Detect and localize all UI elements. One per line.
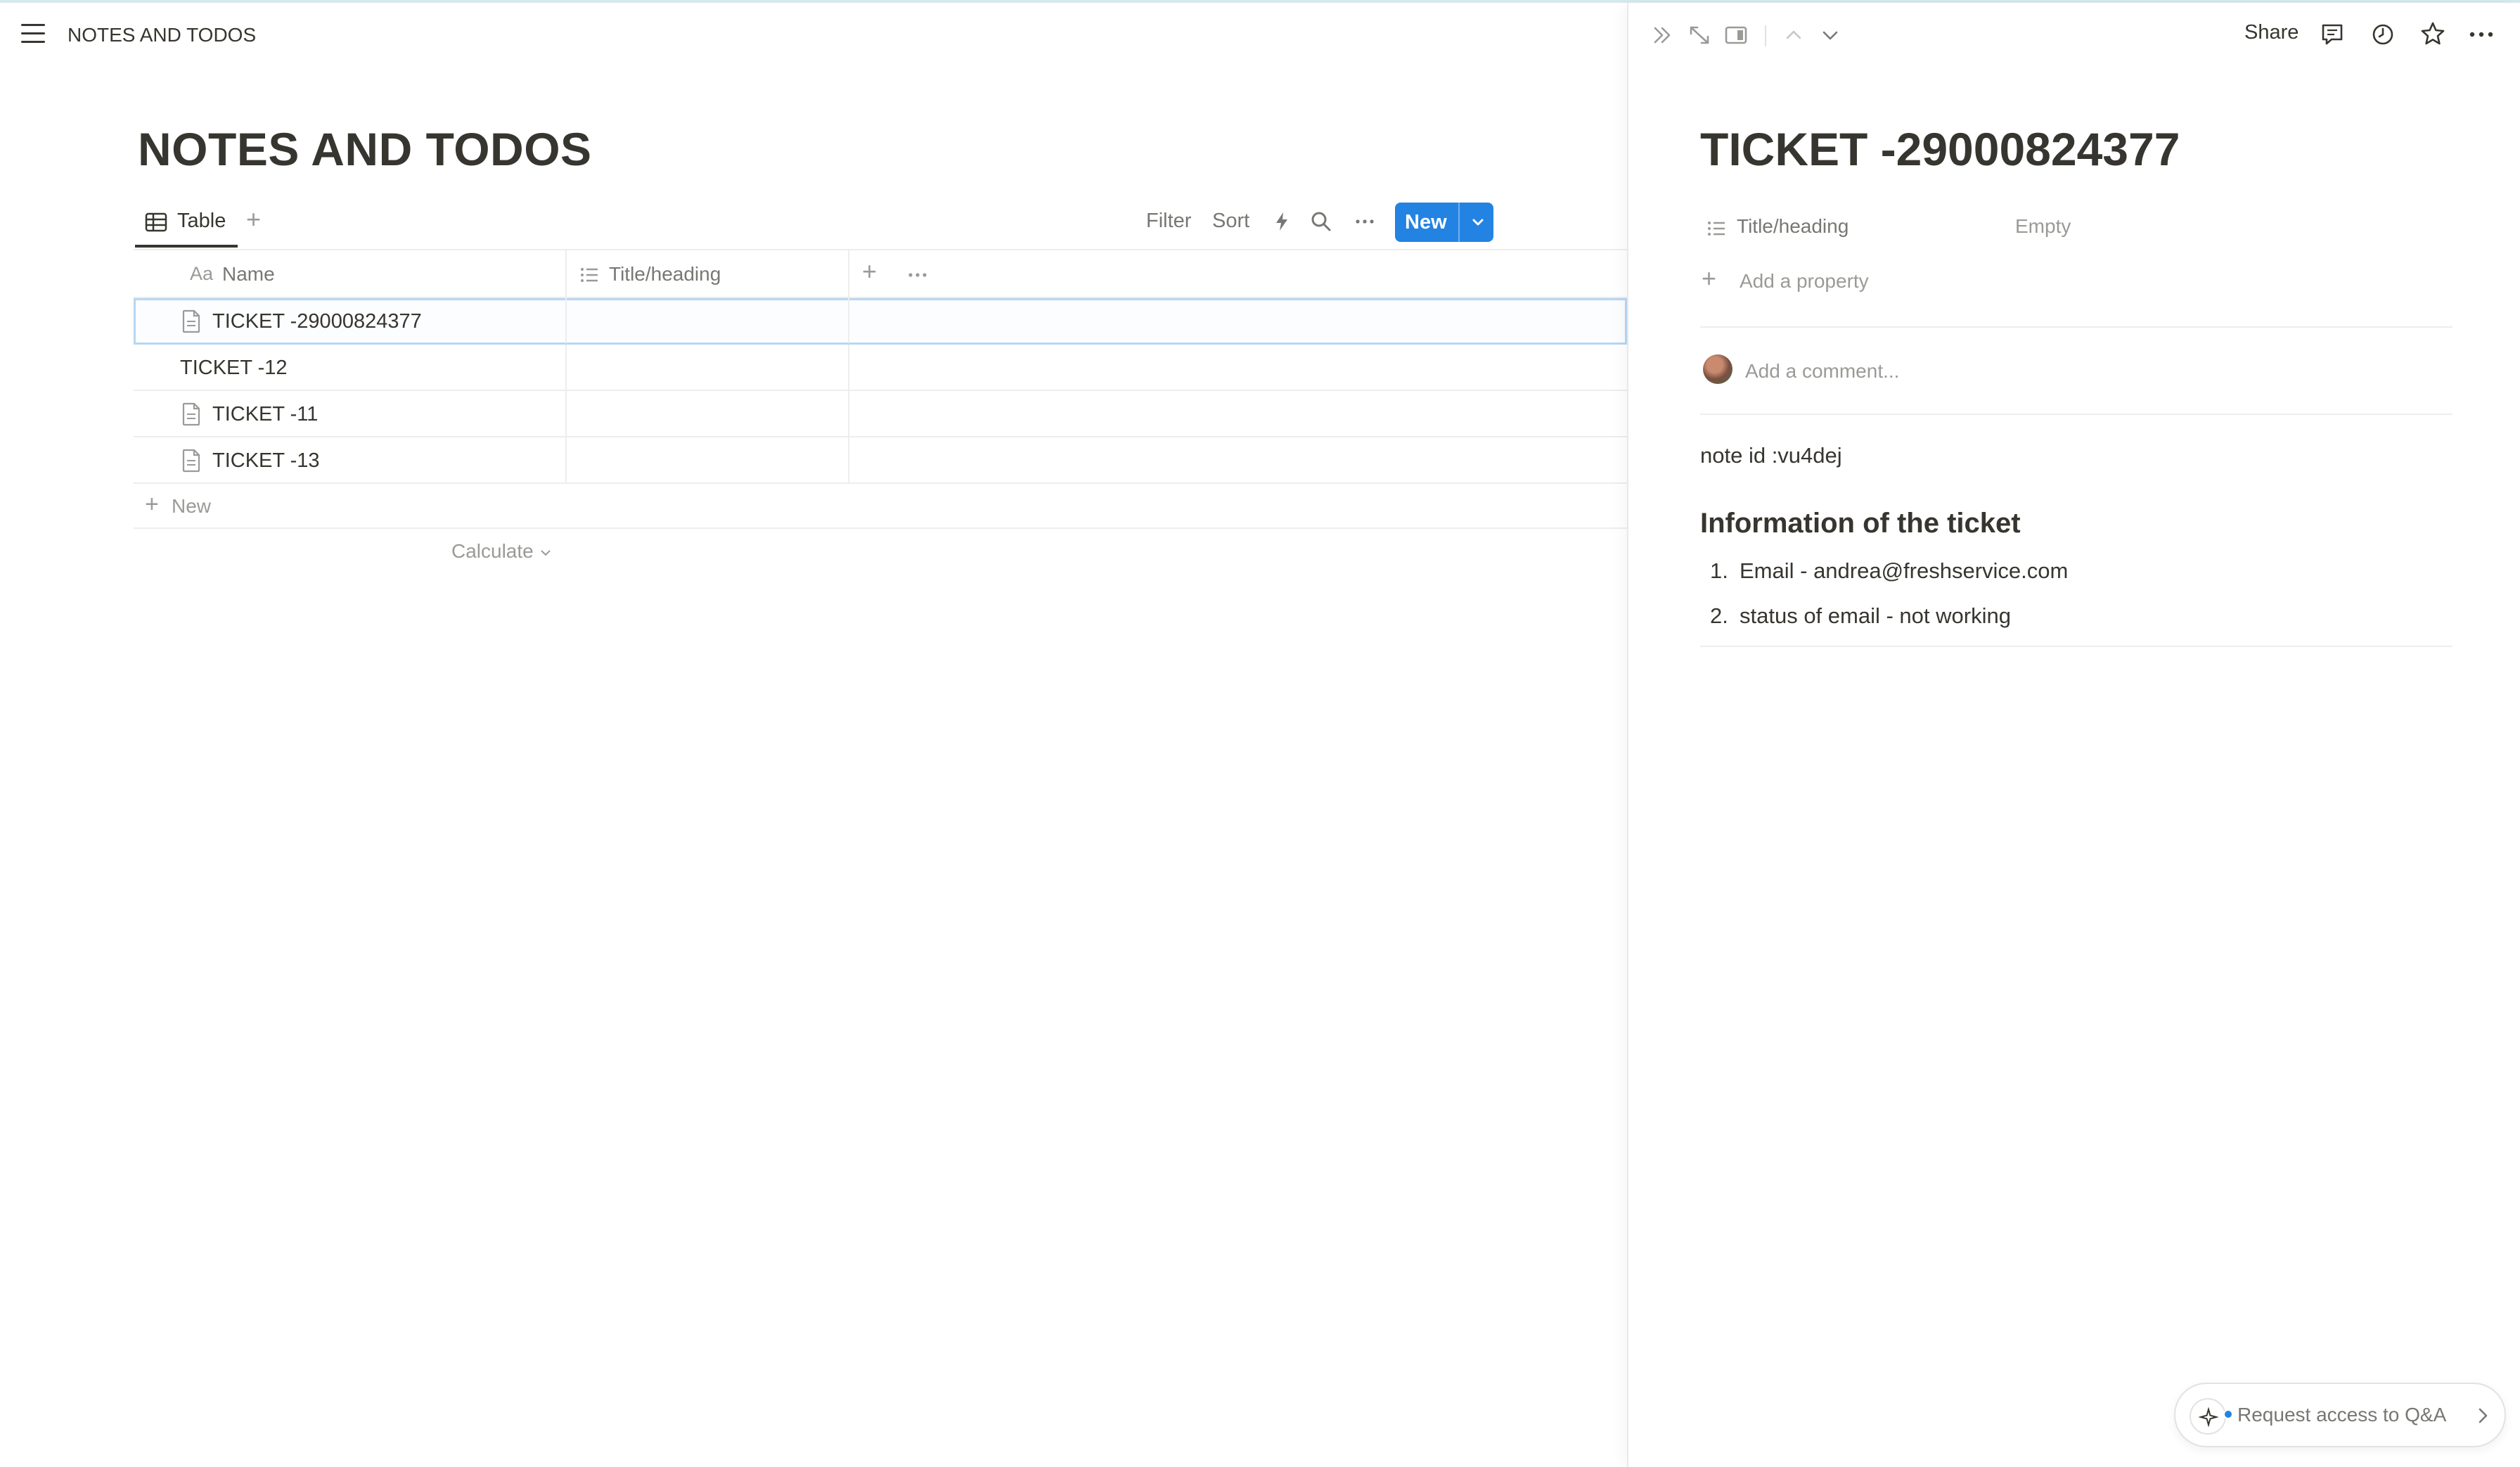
menu-icon[interactable] bbox=[21, 24, 45, 45]
list-item[interactable]: 1. Email - andrea@freshservice.com bbox=[1710, 558, 2068, 584]
cell-name[interactable]: TICKET -11 bbox=[134, 391, 567, 436]
cell-empty bbox=[849, 345, 1627, 390]
tab-table[interactable]: Table bbox=[135, 203, 238, 248]
panel-layout-icon[interactable] bbox=[1724, 24, 1748, 46]
breadcrumb[interactable]: NOTES AND TODOS bbox=[68, 24, 256, 46]
row-name: TICKET -29000824377 bbox=[212, 310, 422, 333]
page-icon bbox=[182, 402, 200, 426]
chevron-down-icon[interactable] bbox=[1462, 203, 1493, 242]
database-table: Aa Name Title/heading + TICKET -29000824… bbox=[134, 249, 1627, 574]
cell-empty bbox=[849, 437, 1627, 482]
database-page: NOTES AND TODOS NOTES AND TODOS Table + … bbox=[0, 3, 1627, 1467]
cell-name[interactable]: TICKET -12 bbox=[134, 345, 567, 390]
top-bar: NOTES AND TODOS bbox=[0, 3, 1627, 65]
notification-dot bbox=[2223, 1409, 2233, 1419]
new-button-divider bbox=[1458, 203, 1460, 242]
calculate-button[interactable]: Calculate bbox=[451, 540, 552, 563]
divider bbox=[1700, 414, 2452, 415]
column-header-title[interactable]: Title/heading bbox=[567, 250, 849, 297]
comment-input[interactable]: Add a comment... bbox=[1745, 360, 1899, 383]
calculate-row: Calculate bbox=[134, 529, 1627, 574]
page-icon bbox=[182, 309, 200, 333]
table-header: Aa Name Title/heading + bbox=[134, 249, 1627, 298]
new-button-label: New bbox=[1405, 211, 1447, 233]
calculate-label: Calculate bbox=[451, 540, 534, 562]
cell-title[interactable] bbox=[567, 391, 849, 436]
history-clock-icon[interactable] bbox=[2370, 21, 2396, 48]
cell-empty bbox=[849, 298, 1627, 343]
property-title-heading[interactable]: Title/heading Empty bbox=[1700, 211, 2452, 246]
cell-empty bbox=[849, 391, 1627, 436]
page-icon bbox=[182, 449, 200, 473]
chevron-down-icon bbox=[540, 549, 551, 556]
list-text: status of email - not working bbox=[1740, 603, 2011, 628]
add-row-label: New bbox=[172, 495, 212, 517]
text-type-icon: Aa bbox=[190, 263, 214, 284]
page-title[interactable]: NOTES AND TODOS bbox=[138, 122, 592, 176]
add-column-icon[interactable]: + bbox=[862, 259, 877, 284]
table-row[interactable]: TICKET -29000824377 bbox=[134, 298, 1627, 345]
cell-name[interactable]: TICKET -13 bbox=[134, 437, 567, 482]
cell-name[interactable]: TICKET -29000824377 bbox=[134, 298, 567, 343]
cell-title[interactable] bbox=[567, 437, 849, 482]
add-property-button[interactable]: + Add a property bbox=[1700, 264, 1981, 300]
chevron-right-icon bbox=[2479, 1408, 2488, 1423]
list-item[interactable]: 2. status of email - not working bbox=[1710, 603, 2011, 629]
divider bbox=[1700, 326, 2452, 328]
star-icon[interactable] bbox=[2419, 20, 2447, 48]
divider bbox=[1700, 646, 2452, 647]
column-name-label: Name bbox=[222, 263, 275, 285]
automation-bolt-icon[interactable] bbox=[1270, 210, 1294, 233]
property-value[interactable]: Empty bbox=[2015, 215, 2071, 238]
plus-icon: + bbox=[145, 491, 159, 518]
list-number: 2. bbox=[1710, 603, 1728, 628]
more-options-icon[interactable] bbox=[1353, 210, 1377, 233]
column-header-name[interactable]: Aa Name bbox=[134, 250, 567, 297]
request-qa-button[interactable]: Request access to Q&A bbox=[2174, 1383, 2506, 1447]
property-name: Title/heading bbox=[1737, 215, 1849, 237]
note-id-text[interactable]: note id :vu4dej bbox=[1700, 443, 1842, 468]
chevron-down-icon[interactable] bbox=[1818, 24, 1842, 46]
tab-table-label: Table bbox=[177, 210, 226, 232]
filter-button[interactable]: Filter bbox=[1146, 210, 1191, 233]
sparkle-icon bbox=[2190, 1398, 2233, 1435]
ticket-title[interactable]: TICKET -29000824377 bbox=[1700, 122, 2180, 176]
table-row[interactable]: TICKET -11 bbox=[134, 391, 1627, 437]
more-options-icon[interactable] bbox=[2467, 21, 2496, 48]
close-panel-icon[interactable] bbox=[1651, 24, 1675, 46]
toolbar-divider bbox=[1765, 25, 1766, 46]
column-header-actions: + bbox=[849, 250, 1627, 297]
add-row-button[interactable]: + New bbox=[134, 484, 1627, 529]
table-icon bbox=[145, 212, 167, 232]
column-more-icon[interactable] bbox=[906, 263, 930, 287]
side-peek-panel: Share TICKET -29000824377 Title/heading … bbox=[1627, 3, 2520, 1467]
list-text: Email - andrea@freshservice.com bbox=[1740, 558, 2069, 583]
row-name: TICKET -12 bbox=[180, 357, 288, 379]
list-icon bbox=[581, 268, 598, 282]
column-title-label: Title/heading bbox=[609, 263, 721, 285]
cell-title[interactable] bbox=[567, 345, 849, 390]
list-number: 1. bbox=[1710, 558, 1728, 583]
row-name: TICKET -11 bbox=[212, 403, 319, 425]
new-button[interactable]: New bbox=[1395, 203, 1493, 242]
request-qa-label: Request access to Q&A bbox=[2237, 1404, 2447, 1426]
section-heading[interactable]: Information of the ticket bbox=[1700, 508, 2021, 539]
add-view-icon[interactable]: + bbox=[246, 207, 261, 232]
plus-icon: + bbox=[1702, 264, 1717, 293]
list-icon bbox=[1708, 222, 1725, 236]
table-row[interactable]: TICKET -13 bbox=[134, 437, 1627, 484]
table-row[interactable]: TICKET -12 bbox=[134, 345, 1627, 391]
cell-title[interactable] bbox=[567, 298, 849, 343]
comments-icon[interactable] bbox=[2319, 21, 2346, 48]
search-icon[interactable] bbox=[1309, 210, 1333, 233]
row-name: TICKET -13 bbox=[212, 449, 320, 472]
avatar bbox=[1703, 354, 1732, 384]
chevron-up-icon[interactable] bbox=[1782, 24, 1806, 46]
share-button[interactable]: Share bbox=[2244, 21, 2299, 44]
expand-icon[interactable] bbox=[1688, 24, 1711, 46]
add-property-label: Add a property bbox=[1740, 270, 1869, 292]
sort-button[interactable]: Sort bbox=[1212, 210, 1249, 233]
